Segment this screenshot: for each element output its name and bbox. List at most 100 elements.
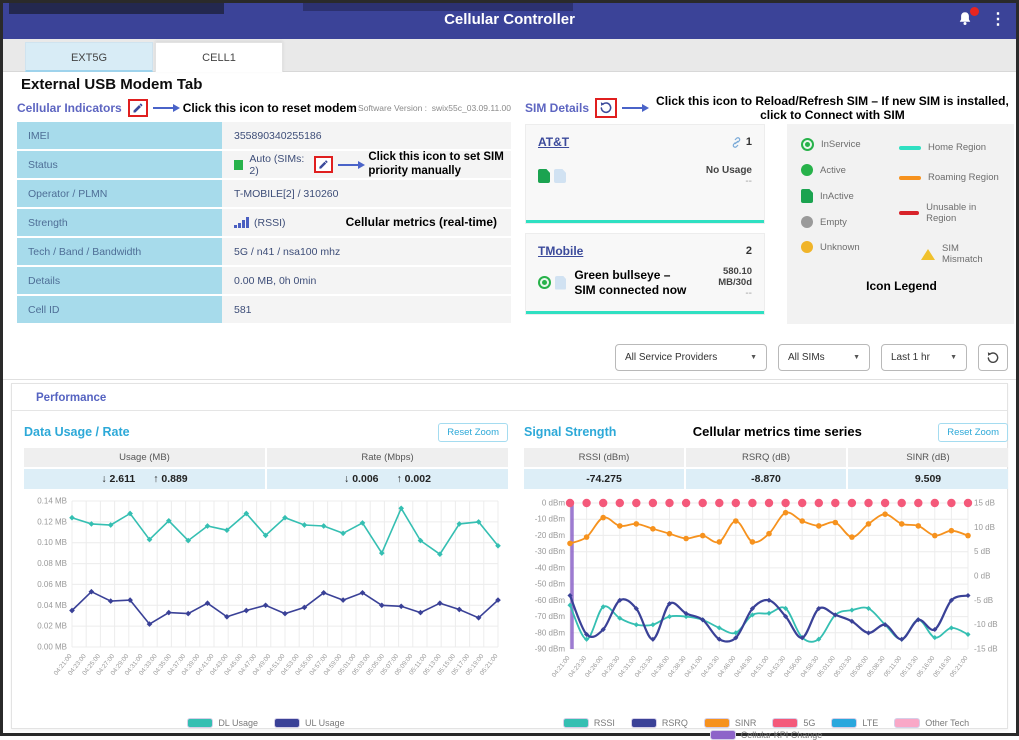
sim-count: 2 [746,245,752,257]
reset-zoom-button[interactable]: Reset Zoom [438,423,508,442]
legend-swatch [710,730,736,740]
table-row-cellid: Cell ID 581 [17,296,511,323]
down-arrow-icon: ↓ [344,473,349,485]
column-header: SINR (dB) [848,448,1008,467]
time-range-dropdown[interactable]: Last 1 hr▼ [881,344,967,371]
sim-card-tmobile: TMobile 2 Green bullseye – SIM connected… [525,233,765,315]
legend-item-inactive: InActive [801,189,899,203]
legend-swatch [894,718,920,728]
chevron-down-icon: ▼ [839,354,860,361]
column-header: RSRQ (dB) [686,448,846,467]
up-arrow-icon: ↑ [397,473,402,485]
legend-item-ul-usage[interactable]: UL Usage [274,718,345,728]
warning-triangle-icon [921,249,935,260]
kebab-menu-icon[interactable]: ⋮ [990,9,1006,31]
svg-text:0 dBm: 0 dBm [542,499,565,508]
notification-badge [970,7,979,16]
annotation-arrow-icon [338,161,365,169]
legend-item-empty: Empty [801,216,899,228]
legend-item-roaming-region: Roaming Region [899,172,1002,183]
sim-card-link-att[interactable]: AT&T [538,135,569,149]
annotation-reset-modem: Click this icon to reset modem [183,101,357,115]
data-usage-chart[interactable]: 0.14 MB0.12 MB0.10 MB0.08 MB0.06 MB0.04 … [24,493,508,716]
annotation-icon-legend: Icon Legend [801,279,1002,293]
legend-swatch [831,718,857,728]
annotation-sim-priority: Click this icon to set SIM priority manu… [368,151,511,179]
home-region-line-icon [899,146,921,150]
tab-cell1[interactable]: CELL1 [155,42,283,72]
sim-inactive-icon [538,169,550,183]
icon-legend-box: InService Active InActive Empty Unknown … [787,124,1014,324]
legend-item-cellular-kpi-change[interactable]: Cellular KPI Change [710,730,823,740]
table-row-strength: Strength (RSSI) Cellular metrics (real-t… [17,209,511,236]
rate-values: ↓ 0.006↑ 0.002 [267,469,508,489]
tab-strip: EXT5G CELL1 [3,39,1016,72]
legend-item-5g[interactable]: 5G [772,718,815,728]
sim-slot-faded-icon [554,169,566,183]
sim-priority-pencil-icon[interactable] [318,159,329,170]
annotation-reload-sim: Click this icon to Reload/Refresh SIM – … [656,94,1009,123]
svg-text:0.02 MB: 0.02 MB [37,622,67,631]
svg-text:-10 dB: -10 dB [974,620,998,629]
legend-item-lte[interactable]: LTE [831,718,878,728]
home-region-bar [526,311,764,314]
signal-chart-legend-row1: RSSI RSRQ SINR 5G LTE Other Tech [524,718,1008,728]
sim-usage: No Usage [706,165,752,176]
legend-swatch [274,718,300,728]
chevron-down-icon: ▼ [936,354,957,361]
sim-card-att: AT&T 1 No Usage -- [525,124,765,224]
notifications-bell-icon[interactable] [956,10,976,30]
annotation-time-series: Cellular metrics time series [693,424,862,440]
chart-filters: All Service Providers▼ All SIMs▼ Last 1 … [615,344,1008,371]
data-usage-panel: Data Usage / Rate Reset Zoom Usage (MB) … [24,421,508,740]
legend-item-rsrq[interactable]: RSRQ [631,718,688,728]
svg-text:-90 dBm: -90 dBm [535,645,566,654]
circle-yellow-icon [801,241,813,253]
legend-item-dl-usage[interactable]: DL Usage [187,718,258,728]
app-header: Cellular Controller ⋮ [3,3,1016,39]
sim-inservice-bullseye-icon [538,276,551,289]
table-row-status: Status Auto (SIMs: 2) Click this icon to… [17,151,511,178]
svg-text:-5 dB: -5 dB [974,596,993,605]
sim-count: 1 [746,136,752,148]
roaming-region-line-icon [899,176,921,180]
legend-item-sinr[interactable]: SINR [704,718,757,728]
legend-item-other-tech[interactable]: Other Tech [894,718,969,728]
svg-text:5 dB: 5 dB [974,547,990,556]
svg-text:-40 dBm: -40 dBm [535,563,566,572]
usage-stats-table: Usage (MB) Rate (Mbps) ↓ 2.611↑ 0.889 ↓ … [24,448,508,489]
svg-text:0.04 MB: 0.04 MB [37,601,67,610]
column-header: RSSI (dBm) [524,448,684,467]
svg-text:0.12 MB: 0.12 MB [37,517,67,526]
sim-card-link-tmobile[interactable]: TMobile [538,244,583,258]
reset-zoom-button[interactable]: Reset Zoom [938,423,1008,442]
table-row-tech: Tech / Band / Bandwidth 5G / n41 / nsa10… [17,238,511,265]
sim-dropdown[interactable]: All SIMs▼ [778,344,870,371]
up-arrow-icon: ↑ [153,473,158,485]
rssi-value: -74.275 [524,469,684,489]
reset-modem-pencil-icon[interactable] [132,102,144,114]
legend-item-inservice: InService [801,138,899,151]
sim-slot-faded-icon [555,276,567,290]
svg-text:0.00 MB: 0.00 MB [37,643,67,652]
svg-text:-70 dBm: -70 dBm [535,612,566,621]
usage-values: ↓ 2.611↑ 0.889 [24,469,265,489]
legend-item-active: Active [801,164,899,176]
annotation-highlight-box [128,99,148,117]
tab-ext5g[interactable]: EXT5G [25,42,153,72]
status-green-square-icon [234,160,243,170]
legend-item-rssi[interactable]: RSSI [563,718,615,728]
bullseye-green-icon [801,138,814,151]
signal-strength-chart[interactable]: 0 dBm-10 dBm-20 dBm-30 dBm-40 dBm-50 dBm… [524,493,1008,716]
annotation-green-bullseye: Green bullseye – SIM connected now [574,268,688,297]
svg-text:-50 dBm: -50 dBm [535,580,566,589]
refresh-charts-icon[interactable] [978,344,1008,371]
unusable-region-line-icon [899,211,919,215]
reload-sim-icon[interactable] [599,101,613,115]
svg-text:0.08 MB: 0.08 MB [37,559,67,568]
svg-text:-15 dB: -15 dB [974,645,998,654]
home-region-bar [526,220,764,223]
performance-panel: Performance Data Usage / Rate Reset Zoom… [11,383,1008,729]
service-provider-dropdown[interactable]: All Service Providers▼ [615,344,767,371]
svg-text:05:21:00: 05:21:00 [949,655,970,679]
